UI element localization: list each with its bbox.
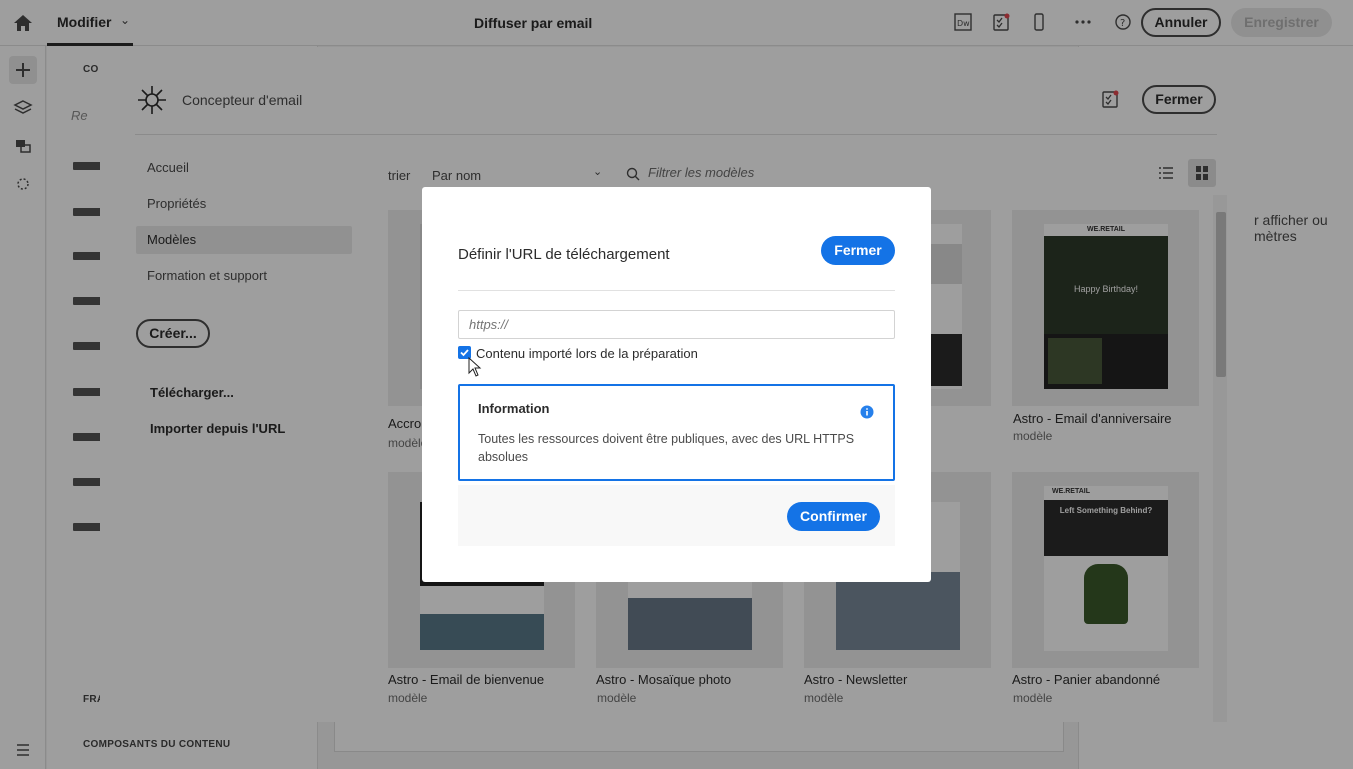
information-box: Information Toutes les ressources doiven… (458, 384, 895, 481)
divider (458, 290, 895, 291)
info-title: Information (478, 401, 550, 416)
dialog-title: Définir l'URL de téléchargement (458, 246, 670, 263)
dialog-footer: Confirmer (458, 485, 895, 546)
url-input[interactable] (458, 310, 895, 339)
close-button[interactable]: Fermer (821, 236, 895, 265)
mouse-cursor-icon (468, 357, 482, 377)
confirm-button[interactable]: Confirmer (787, 502, 880, 531)
info-text: Toutes les ressources doivent être publi… (478, 432, 855, 464)
checkbox-label[interactable]: Contenu importé lors de la préparation (476, 346, 698, 361)
download-url-dialog: Définir l'URL de téléchargement Fermer C… (422, 187, 931, 582)
info-icon (860, 405, 874, 419)
